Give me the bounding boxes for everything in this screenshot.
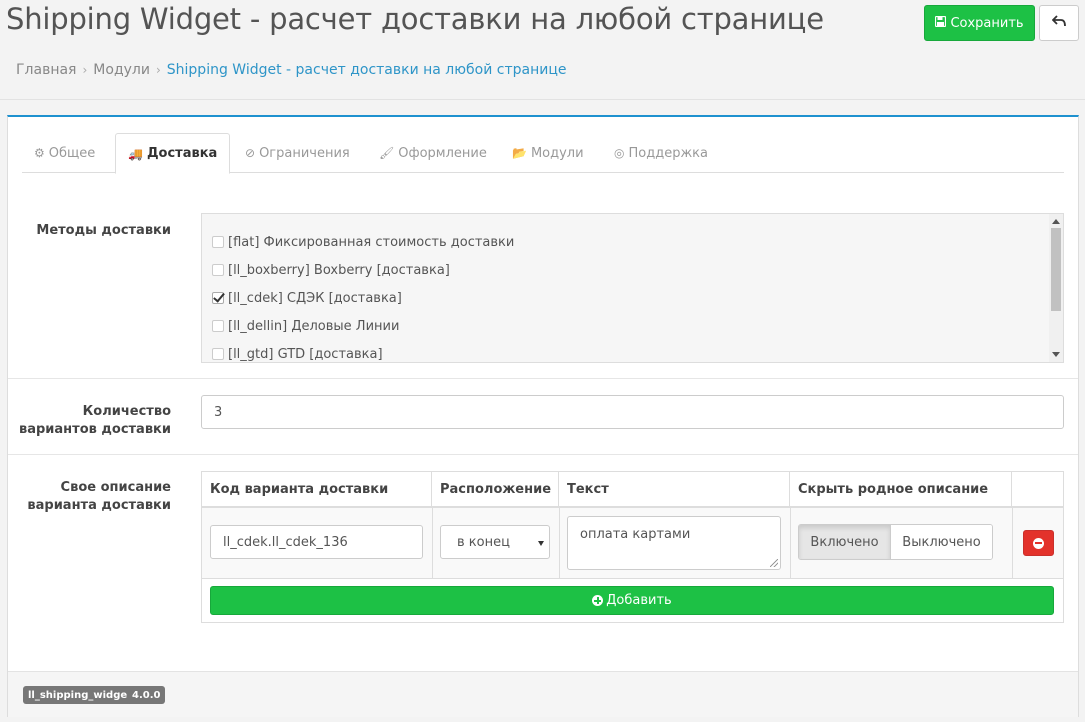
shipping-method-item[interactable]: [ll_cdek] СДЭК [доставка] [212, 288, 402, 308]
shipping-methods-list[interactable]: [flat] Фиксированная стоимость доставки … [201, 213, 1064, 363]
tab-label: Доставка [146, 146, 218, 161]
scrollbar[interactable] [1049, 214, 1063, 362]
shipping-method-label: [flat] Фиксированная стоимость доставки [228, 234, 515, 250]
ban-icon: ⊘ [245, 146, 256, 160]
shipping-method-item[interactable]: [ll_boxberry] Boxberry [доставка] [212, 260, 450, 280]
column-divider [559, 508, 560, 578]
add-row-button[interactable]: Добавить [210, 586, 1054, 615]
tab-delivery[interactable]: 🚚 Доставка [115, 133, 231, 174]
variant-code-input[interactable]: ll_cdek.ll_cdek_136 [210, 525, 423, 559]
truck-icon: 🚚 [128, 146, 143, 161]
shipping-method-item[interactable]: [ll_dellin] Деловые Линии [212, 316, 399, 336]
column-header-text: Текст [559, 472, 790, 506]
custom-description-label: Свое описание варианта доставки [8, 479, 171, 515]
minus-circle-icon [1033, 537, 1044, 549]
row-divider [202, 578, 1063, 579]
tab-support[interactable]: ◎ Поддержка [602, 133, 720, 173]
position-select[interactable]: в конец [440, 525, 550, 559]
shipping-method-label: [ll_boxberry] Boxberry [доставка] [228, 262, 450, 278]
remove-row-button[interactable] [1023, 530, 1054, 556]
shipping-method-item[interactable]: [ll_gtd] GTD [доставка] [212, 344, 383, 362]
tab-label: Поддержка [628, 145, 708, 161]
breadcrumb-current[interactable]: Shipping Widget - расчет доставки на люб… [167, 62, 567, 78]
description-text: оплата картами [580, 527, 691, 542]
custom-description-label-line: Свое описание [60, 480, 171, 495]
shipping-method-label: [ll_cdek] СДЭК [доставка] [228, 290, 402, 306]
breadcrumb-separator: › [155, 63, 161, 77]
variant-count-label: Количество вариантов доставки [8, 403, 171, 439]
column-divider [432, 508, 433, 578]
brush-icon: 🖌 [379, 146, 395, 160]
tab-label: Ограничения [259, 145, 350, 161]
shipping-method-item[interactable]: [flat] Фиксированная стоимость доставки [212, 232, 514, 252]
settings-panel: ⚙ Общее 🚚 Доставка ⊘ Ограничения 🖌 Оформ… [7, 115, 1079, 717]
column-header-hide-native: Скрыть родное описание [790, 472, 1012, 506]
life-ring-icon: ◎ [614, 146, 625, 160]
shipping-method-label: [ll_gtd] GTD [доставка] [228, 346, 383, 362]
hide-native-toggle: Включено Выключено [798, 524, 993, 560]
toggle-on-button[interactable]: Включено [799, 525, 891, 559]
column-divider [790, 508, 791, 578]
row-divider [8, 454, 1078, 455]
tab-label: Оформление [398, 145, 487, 161]
page-title: Shipping Widget - расчет доставки на люб… [6, 2, 824, 36]
tab-appearance[interactable]: 🖌 Оформление [367, 133, 499, 173]
tab-modules[interactable]: 📂 Модули [500, 133, 596, 173]
breadcrumb-separator: › [82, 63, 88, 77]
chevron-down-icon [538, 541, 544, 546]
checkbox[interactable] [212, 236, 224, 248]
row-divider [8, 378, 1078, 379]
plus-circle-icon [592, 595, 604, 606]
save-button[interactable]: Сохранить [924, 5, 1035, 41]
scroll-up-arrow-icon[interactable] [1052, 219, 1060, 224]
breadcrumb-home[interactable]: Главная [16, 62, 76, 78]
toggle-off-button[interactable]: Выключено [891, 525, 992, 559]
checkbox[interactable] [212, 292, 224, 304]
custom-description-label-line: варианта доставки [27, 498, 171, 513]
save-button-label: Сохранить [950, 15, 1024, 31]
checkbox[interactable] [212, 348, 224, 360]
breadcrumb-modules[interactable]: Модули [93, 62, 150, 78]
gear-icon: ⚙ [34, 146, 45, 160]
tab-bar: ⚙ Общее 🚚 Доставка ⊘ Ограничения 🖌 Оформ… [22, 133, 1064, 174]
shipping-methods-label: Методы доставки [36, 223, 171, 238]
column-header-position: Расположение [432, 472, 559, 506]
tab-label: Общее [48, 145, 96, 161]
tab-restrictions[interactable]: ⊘ Ограничения [233, 133, 362, 173]
folder-open-icon: 📂 [512, 146, 527, 160]
breadcrumb: Главная › Модули › Shipping Widget - расчет … [16, 62, 567, 78]
variant-count-label-line: вариантов доставки [19, 422, 171, 437]
checkbox[interactable] [212, 264, 224, 276]
header-divider [0, 99, 1085, 100]
description-textarea[interactable]: оплата картами [567, 516, 781, 570]
scroll-thumb[interactable] [1051, 228, 1061, 311]
variant-count-label-line: Количество [82, 404, 171, 419]
add-row-label: Добавить [606, 593, 672, 608]
column-divider [1012, 508, 1013, 578]
panel-footer: ll_shipping_widget 4.0.0 [8, 671, 1078, 717]
column-header-code: Код варианта доставки [202, 472, 432, 506]
variant-count-input[interactable]: 3 [201, 395, 1064, 429]
custom-description-table: Код варианта доставки Расположение Текст… [201, 471, 1064, 623]
tab-general[interactable]: ⚙ Общее [22, 133, 107, 173]
module-name-badge: ll_shipping_widget [23, 686, 137, 704]
tab-label: Модули [530, 145, 584, 161]
reply-icon [1051, 15, 1066, 31]
floppy-icon [935, 15, 947, 30]
version-badge: 4.0.0 [127, 686, 166, 704]
position-select-value: в конец [457, 534, 510, 550]
back-button[interactable] [1039, 5, 1079, 41]
checkbox[interactable] [212, 320, 224, 332]
scroll-down-arrow-icon[interactable] [1052, 352, 1060, 357]
resize-handle-icon[interactable] [770, 559, 778, 567]
shipping-method-label: [ll_dellin] Деловые Линии [228, 318, 400, 334]
